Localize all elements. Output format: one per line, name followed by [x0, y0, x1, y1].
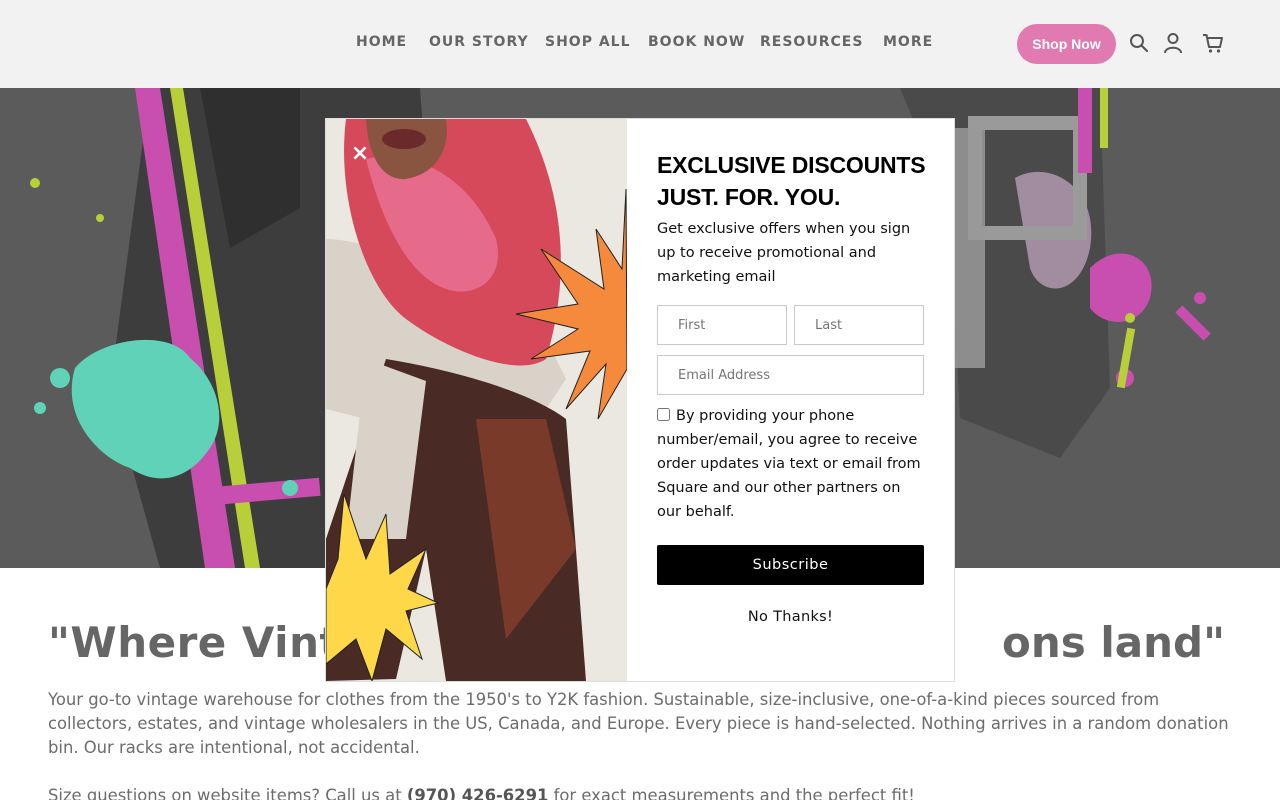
- account-icon[interactable]: [1161, 30, 1185, 56]
- last-name-field[interactable]: [794, 305, 924, 345]
- nav-book-now[interactable]: BOOK NOW: [648, 34, 745, 50]
- popup-image: ×: [326, 119, 627, 681]
- nav-resources[interactable]: RESOURCES: [760, 34, 863, 50]
- size-questions-text: Size questions on website items? Call us…: [48, 784, 1238, 800]
- subscribe-button[interactable]: Subscribe: [657, 545, 924, 585]
- phone-link[interactable]: (970) 426-6291: [407, 786, 549, 800]
- email-field[interactable]: [657, 355, 924, 395]
- popup-photo: [326, 119, 627, 681]
- cart-icon[interactable]: [1201, 30, 1225, 56]
- first-name-field[interactable]: [657, 305, 787, 345]
- nav-home[interactable]: HOME: [356, 34, 407, 50]
- size-questions-prefix: Size questions on website items? Call us…: [48, 786, 407, 800]
- popup-title: EXCLUSIVE DISCOUNTS JUST. FOR. YOU.: [657, 152, 926, 210]
- nav-our-story[interactable]: OUR STORY: [429, 34, 529, 50]
- consent-text: By providing your phone number/email, yo…: [657, 408, 921, 520]
- close-popup-button[interactable]: ×: [348, 141, 372, 166]
- no-thanks-button[interactable]: No Thanks!: [657, 609, 924, 625]
- nav-more[interactable]: MORE: [883, 34, 933, 50]
- popup-body: EXCLUSIVE DISCOUNTS JUST. FOR. YOU. Get …: [657, 149, 927, 289]
- search-icon[interactable]: [1127, 30, 1151, 56]
- site-header: HOME OUR STORY SHOP ALL BOOK NOW RESOURC…: [0, 0, 1280, 88]
- consent-row: By providing your phone number/email, yo…: [657, 404, 929, 524]
- consent-checkbox[interactable]: [657, 408, 670, 421]
- discount-popup: × EXCLUSIVE DISCOUNTS JUST. FOR. YOU. Ge…: [326, 119, 954, 681]
- tagline-heading: "Where Vinta: [48, 618, 369, 667]
- nav-shop-all[interactable]: SHOP ALL: [545, 34, 631, 50]
- size-questions-suffix: for exact measurements and the perfect f…: [548, 786, 915, 800]
- tagline-heading-end: ons land": [1002, 618, 1225, 667]
- popup-subtitle: Get exclusive offers when you sign up to…: [657, 221, 911, 285]
- intro-description: Your go-to vintage warehouse for clothes…: [48, 690, 1229, 757]
- shop-now-button[interactable]: Shop Now: [1017, 24, 1116, 64]
